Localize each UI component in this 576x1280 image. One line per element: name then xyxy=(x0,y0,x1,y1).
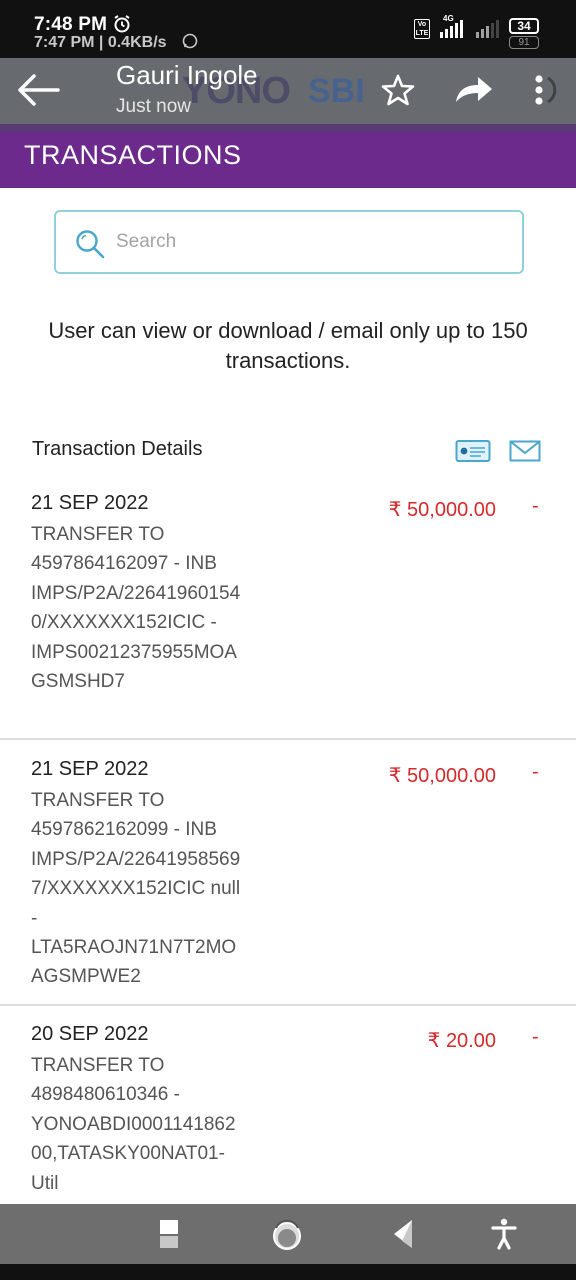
transaction-description: TRANSFER TO 4597864162097 - INB IMPS/P2A… xyxy=(31,524,241,693)
volte-icon: Vo LTE xyxy=(414,19,430,39)
arrow-left-icon xyxy=(18,74,60,106)
transaction-row[interactable]: 20 SEP 2022 TRANSFER TO 4898480610346 - … xyxy=(0,1023,576,1203)
star-icon xyxy=(381,74,415,106)
page-title: TRANSACTIONS xyxy=(24,140,242,170)
accessibility-icon xyxy=(491,1218,517,1250)
transaction-amount: ₹ 50,000.00 xyxy=(388,765,496,787)
transaction-date: 21 SEP 2022 xyxy=(31,492,149,514)
status-bar: 7:48 PM 7:47 PM | 0.4KB/s Vo LTE 4G 34 9… xyxy=(0,0,576,58)
star-button[interactable] xyxy=(380,72,416,108)
forward-icon xyxy=(456,77,492,102)
status-time: 7:48 PM xyxy=(34,14,108,35)
recents-icon xyxy=(160,1220,178,1248)
row-divider xyxy=(0,738,576,740)
battery-secondary: 91 xyxy=(509,36,539,49)
home-button[interactable] xyxy=(268,1214,308,1254)
transaction-row[interactable]: 21 SEP 2022 TRANSFER TO 4597864162097 - … xyxy=(0,492,576,732)
bottom-edge xyxy=(0,1264,576,1280)
back-triangle-icon xyxy=(394,1220,412,1248)
signal-icon-secondary xyxy=(476,20,499,38)
app-header: YONO SBI Gauri Ingole Just now xyxy=(0,58,576,124)
more-options-button[interactable] xyxy=(528,72,564,108)
email-statement-button[interactable] xyxy=(509,440,541,462)
brand-logo-sbi: SBI xyxy=(308,72,365,110)
whatsapp-icon xyxy=(182,33,198,53)
status-secondary-time: 7:47 PM | 0.4KB/s xyxy=(34,34,167,51)
accessibility-button[interactable] xyxy=(486,1214,526,1254)
transaction-limit-notice: User can view or download / email only u… xyxy=(48,318,528,373)
card-icon xyxy=(455,440,491,462)
signal-icon xyxy=(440,20,463,38)
transaction-amount: ₹ 20.00 xyxy=(427,1030,496,1052)
transaction-type: - xyxy=(532,495,539,517)
transaction-amount: ₹ 50,000.00 xyxy=(388,499,496,521)
system-navigation-bar xyxy=(0,1204,576,1264)
transaction-details-heading: Transaction Details xyxy=(32,438,203,460)
back-nav-button[interactable] xyxy=(386,1214,426,1254)
page-title-bar: TRANSACTIONS xyxy=(0,124,576,188)
contact-status: Just now xyxy=(116,96,191,117)
battery-icon: 34 xyxy=(509,18,539,34)
contact-name: Gauri Ingole xyxy=(116,60,258,90)
search-box[interactable] xyxy=(54,210,524,274)
transaction-description: TRANSFER TO 4597862162099 - INB IMPS/P2A… xyxy=(31,790,241,988)
title-bar-divider xyxy=(0,124,576,132)
transaction-date: 20 SEP 2022 xyxy=(31,1023,149,1045)
back-button[interactable] xyxy=(14,70,60,110)
more-vertical-icon xyxy=(535,75,557,105)
transaction-description: TRANSFER TO 4898480610346 - YONOABDI0001… xyxy=(31,1055,236,1194)
transaction-type: - xyxy=(532,1026,539,1048)
mail-icon xyxy=(509,440,541,462)
search-input[interactable] xyxy=(116,226,496,258)
forward-button[interactable] xyxy=(452,72,496,108)
search-icon xyxy=(74,228,106,260)
recents-button[interactable] xyxy=(150,1214,190,1254)
transaction-date: 21 SEP 2022 xyxy=(31,758,149,780)
download-statement-button[interactable] xyxy=(455,439,491,463)
transaction-row[interactable]: 21 SEP 2022 TRANSFER TO 4597862162099 - … xyxy=(0,758,576,998)
row-divider xyxy=(0,1004,576,1006)
home-icon xyxy=(273,1219,301,1250)
transaction-type: - xyxy=(532,761,539,783)
